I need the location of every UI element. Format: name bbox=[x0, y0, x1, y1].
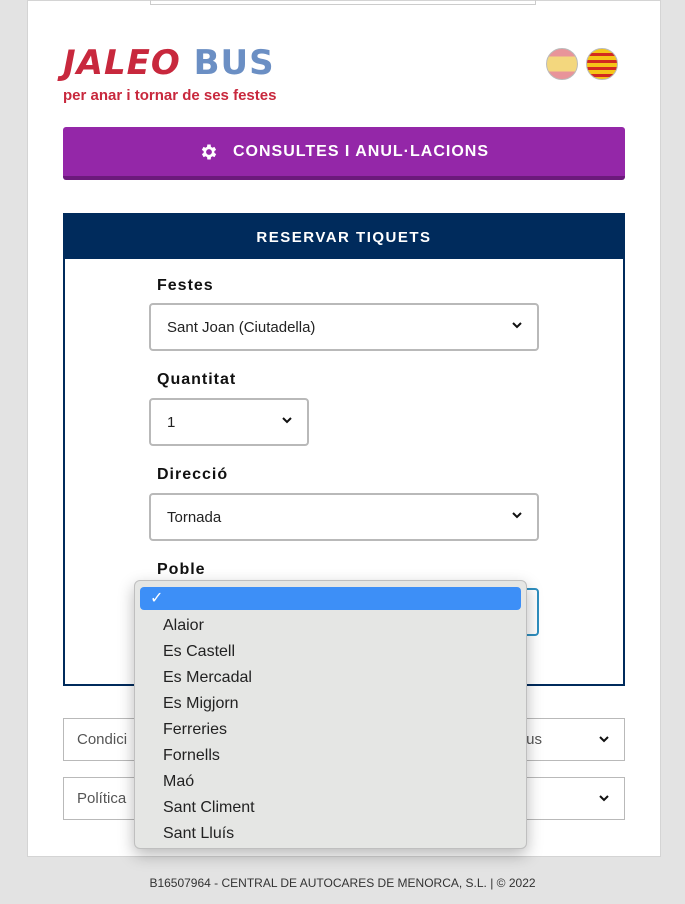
festes-label: Festes bbox=[157, 277, 214, 294]
dropdown-option[interactable]: Es Mercadal bbox=[135, 665, 526, 691]
dropdown-option[interactable]: Sant Climent bbox=[135, 795, 526, 821]
gear-icon bbox=[201, 144, 217, 159]
quantitat-select[interactable]: 1 bbox=[149, 398, 309, 446]
dropdown-option[interactable]: Alaior bbox=[135, 613, 526, 639]
chevron-down-icon bbox=[512, 322, 522, 329]
conditions-label-tail: us bbox=[526, 731, 542, 748]
policy-label: Política bbox=[77, 790, 127, 807]
chevron-down-icon bbox=[512, 512, 522, 519]
spain-flag-icon[interactable] bbox=[546, 48, 578, 80]
logo[interactable]: JALEO BUS bbox=[63, 44, 275, 82]
dropdown-option-empty[interactable]: ✓ bbox=[140, 587, 521, 610]
consult-button-label: CONSULTES I ANUL·LACIONS bbox=[233, 142, 489, 160]
poble-dropdown-list: ✓ Alaior Es Castell Es Mercadal Es Migjo… bbox=[134, 580, 527, 849]
quantitat-label: Quantitat bbox=[157, 371, 237, 388]
poble-label: Poble bbox=[157, 561, 206, 578]
catalonia-flag-icon[interactable] bbox=[586, 48, 618, 80]
logo-word-jaleo: JALEO bbox=[63, 43, 181, 83]
chevron-down-icon bbox=[599, 795, 609, 802]
quantitat-value: 1 bbox=[167, 413, 176, 431]
tagline: per anar i tornar de ses festes bbox=[63, 87, 277, 104]
reserve-title: RESERVAR TIQUETS bbox=[65, 215, 623, 259]
dropdown-option[interactable]: Sant Lluís bbox=[135, 821, 526, 847]
dropdown-option[interactable]: Maó bbox=[135, 769, 526, 795]
dropdown-option[interactable]: Es Migjorn bbox=[135, 691, 526, 717]
direccio-label: Direcció bbox=[157, 466, 229, 483]
direccio-select[interactable]: Tornada bbox=[149, 493, 539, 541]
logo-word-bus: BUS bbox=[193, 43, 275, 83]
festes-value: Sant Joan (Ciutadella) bbox=[167, 318, 316, 336]
chevron-down-icon bbox=[282, 417, 292, 424]
dropdown-option[interactable]: Ferreries bbox=[135, 717, 526, 743]
direccio-value: Tornada bbox=[167, 508, 222, 526]
top-divider bbox=[150, 0, 536, 5]
dropdown-option[interactable]: Es Castell bbox=[135, 639, 526, 665]
consult-cancel-button[interactable]: CONSULTES I ANUL·LACIONS bbox=[63, 127, 625, 180]
festes-select[interactable]: Sant Joan (Ciutadella) bbox=[149, 303, 539, 351]
conditions-label: Condici bbox=[77, 731, 128, 748]
chevron-down-icon bbox=[599, 736, 609, 743]
footer: B16507964 - CENTRAL DE AUTOCARES DE MENO… bbox=[149, 876, 536, 890]
dropdown-option[interactable]: Fornells bbox=[135, 743, 526, 769]
